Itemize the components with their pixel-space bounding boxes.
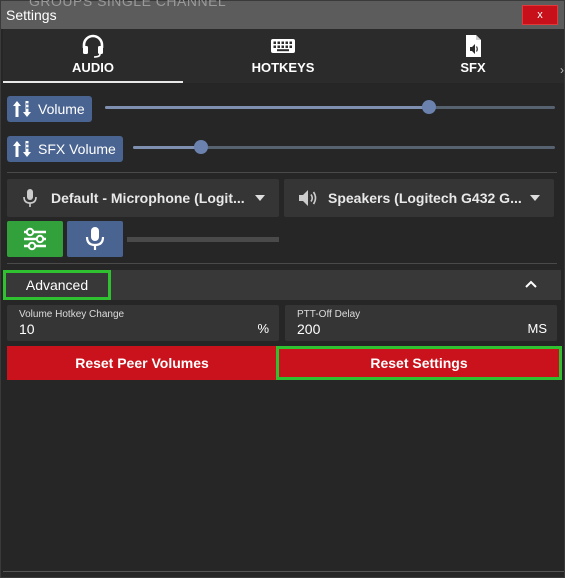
divider: [7, 172, 557, 173]
volume-row: Volume: [7, 96, 557, 124]
tab-audio[interactable]: AUDIO: [3, 29, 183, 83]
output-device-dropdown[interactable]: Speakers (Logitech G432 G...: [284, 179, 554, 217]
volume-label: Volume: [38, 101, 85, 117]
sfx-volume-slider[interactable]: [133, 140, 555, 154]
tab-sfx-label: SFX: [460, 60, 486, 75]
chevron-down-icon: [530, 195, 540, 201]
tab-hotkeys[interactable]: HOTKEYS: [193, 29, 373, 83]
advanced-label[interactable]: Advanced: [3, 270, 111, 300]
window-title: Settings: [6, 7, 57, 23]
mic-level-meter: [127, 237, 279, 242]
reset-peer-volumes-button[interactable]: Reset Peer Volumes: [7, 346, 277, 380]
tab-scroll-right-icon[interactable]: ›: [560, 63, 564, 77]
output-device-value: Speakers (Logitech G432 G...: [328, 190, 522, 206]
sfx-volume-button[interactable]: SFX Volume: [7, 136, 123, 162]
sfx-volume-row: SFX Volume: [7, 136, 557, 164]
sfx-volume-adjust-icon: [13, 141, 31, 157]
window-bottom-edge: [3, 571, 564, 572]
background-window-text: GROUPS SINGLE CHANNEL: [29, 0, 227, 9]
reset-settings-button[interactable]: Reset Settings: [276, 346, 562, 380]
sfx-volume-slider-fill: [133, 146, 201, 149]
ptt-off-delay-value[interactable]: 200: [297, 321, 320, 337]
mic-test-button[interactable]: [67, 221, 123, 257]
input-device-value: Default - Microphone (Logit...: [51, 190, 245, 206]
microphone-icon: [23, 189, 37, 207]
title-bar[interactable]: GROUPS SINGLE CHANNEL Settings x: [1, 0, 564, 29]
equalizer-button[interactable]: [7, 221, 63, 257]
microphone-icon: [85, 227, 105, 250]
input-device-dropdown[interactable]: Default - Microphone (Logit...: [7, 179, 279, 217]
tab-audio-label: AUDIO: [72, 60, 114, 75]
sliders-icon: [24, 227, 46, 251]
divider: [7, 263, 557, 264]
volume-hotkey-change-field[interactable]: Volume Hotkey Change 10 %: [7, 305, 279, 341]
volume-hotkey-change-value[interactable]: 10: [19, 321, 35, 337]
ptt-off-delay-field[interactable]: PTT-Off Delay 200 MS: [285, 305, 557, 341]
headset-icon: [82, 34, 104, 58]
keyboard-icon: [271, 39, 295, 53]
close-button[interactable]: x: [522, 5, 558, 25]
sfx-volume-slider-thumb[interactable]: [194, 140, 208, 154]
sfx-volume-label: SFX Volume: [38, 141, 116, 157]
tab-hotkeys-label: HOTKEYS: [251, 60, 315, 75]
volume-adjust-icon: [13, 101, 31, 117]
settings-window: GROUPS SINGLE CHANNEL Settings x AUDIO H…: [0, 0, 565, 578]
speaker-icon: [299, 190, 317, 206]
tab-sfx[interactable]: SFX: [383, 29, 563, 83]
volume-hotkey-change-unit: %: [257, 321, 269, 336]
ptt-off-delay-label: PTT-Off Delay: [297, 309, 361, 320]
audio-file-icon: [466, 35, 481, 57]
volume-slider-fill: [105, 106, 429, 109]
tab-bar: AUDIO HOTKEYS SFX ›: [3, 29, 564, 83]
volume-slider-thumb[interactable]: [422, 100, 436, 114]
volume-slider[interactable]: [105, 100, 555, 114]
volume-hotkey-change-label: Volume Hotkey Change: [19, 309, 125, 320]
volume-button[interactable]: Volume: [7, 96, 92, 122]
chevron-up-icon[interactable]: [524, 279, 538, 289]
ptt-off-delay-unit: MS: [527, 321, 548, 336]
chevron-down-icon: [255, 195, 265, 201]
